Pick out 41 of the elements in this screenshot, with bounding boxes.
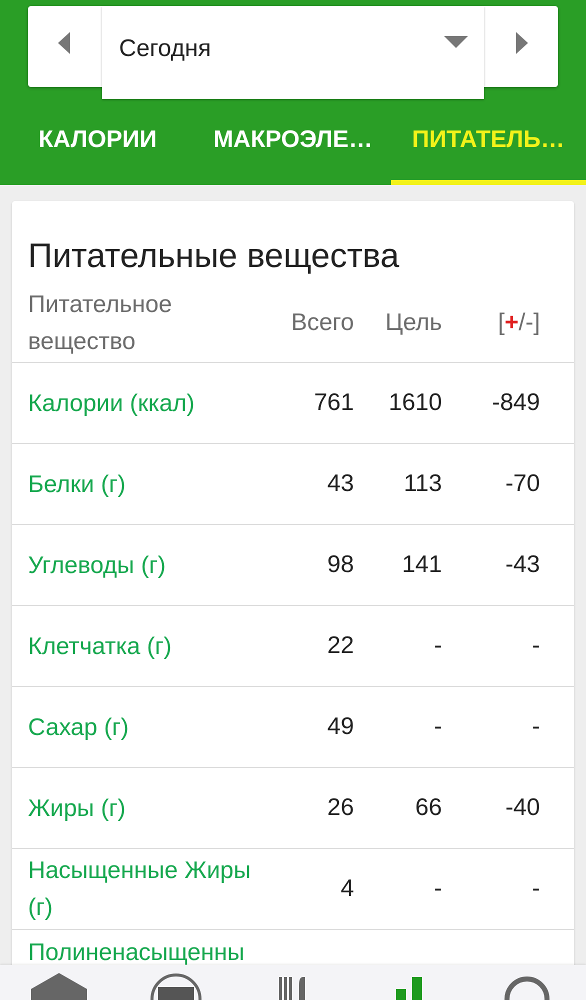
table-cell-text: - — [531, 713, 540, 741]
tab[interactable]: КАЛОРИИ — [0, 99, 196, 185]
table-cell-text: 43 — [326, 470, 354, 498]
nutrient-link[interactable]: Сахар (г) — [28, 708, 266, 746]
table-cell-text: -70 — [504, 470, 540, 498]
column-header: Всего — [290, 309, 354, 337]
tab[interactable]: МАКРОЭЛЕ… — [195, 99, 391, 185]
table-cell-text: - — [433, 713, 442, 741]
nutrient-link[interactable]: Полиненасыщенны — [28, 934, 540, 965]
table-cell-text: 761 — [312, 389, 354, 417]
table-cell-text: 49 — [326, 713, 354, 741]
nutrient-link[interactable]: Калории (ккал) — [28, 384, 266, 422]
table-cell-text: 4 — [340, 875, 354, 903]
caret-icon — [444, 36, 468, 48]
column-header: Цель — [384, 309, 442, 337]
nutrient-link[interactable]: Углеводы (г) — [28, 546, 266, 584]
table-cell-text: 26 — [326, 794, 354, 822]
nutrient-link[interactable]: Жиры (г) — [28, 790, 266, 826]
nutrient-link[interactable]: Насыщенные Жиры (г) — [28, 852, 266, 926]
column-header: Питательное вещество — [28, 290, 173, 357]
table-cell-text: -40 — [504, 794, 540, 822]
table-cell-text: - — [433, 875, 442, 903]
column-header: [+/-] — [496, 309, 540, 337]
table-cell-text: - — [433, 632, 442, 660]
table-cell-text: 1610 — [388, 389, 442, 417]
table-cell-text: 113 — [402, 470, 442, 498]
table-cell-text: 66 — [414, 794, 442, 822]
table-cell-text: 141 — [400, 551, 442, 579]
left-arrow-icon — [58, 32, 72, 54]
table-cell-text: -43 — [504, 551, 540, 579]
table-cell-text: - — [531, 632, 540, 660]
table-cell-text: 22 — [326, 632, 354, 660]
table-cell-text: - — [531, 875, 540, 903]
right-arrow-icon — [514, 32, 528, 54]
nutrient-link[interactable]: Клетчатка (г) — [28, 628, 266, 664]
date-dropdown[interactable]: Сегодня — [102, 6, 484, 99]
nutrient-link[interactable]: Белки (г) — [28, 466, 266, 502]
table-cell-text: 98 — [326, 551, 354, 579]
tab[interactable]: ПИТАТЕЛЬ… — [390, 99, 586, 185]
table-cell-text: -849 — [490, 389, 540, 417]
card-title: Питательные вещества — [27, 236, 400, 277]
